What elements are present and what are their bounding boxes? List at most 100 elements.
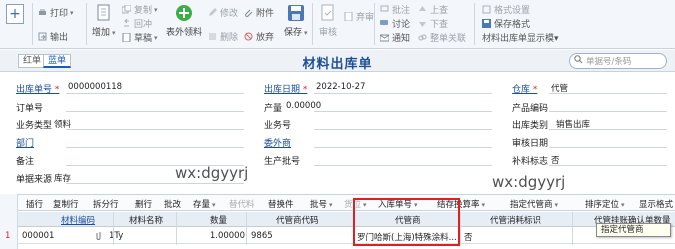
outsource-field[interactable] xyxy=(314,147,492,148)
return-button[interactable]: 回冲 xyxy=(122,17,152,30)
material-name-cell[interactable]: 1Ty xyxy=(109,231,123,241)
field-underline xyxy=(549,129,667,130)
remark-label: 备注 xyxy=(16,157,35,167)
next-button[interactable]: 下查 xyxy=(418,17,448,30)
plus-icon: + xyxy=(6,4,24,24)
highlight-box xyxy=(353,198,460,246)
prev-button[interactable]: 上查 xyxy=(418,3,448,16)
separator xyxy=(312,3,313,45)
date-label: 出库日期 xyxy=(264,82,307,95)
watermark: wx:dgyyrj xyxy=(175,164,249,182)
discuss-icon xyxy=(380,19,389,28)
outsource-label[interactable]: 委外商 xyxy=(264,136,291,149)
out-category-label: 出库类别 xyxy=(512,121,549,131)
consume-flag-cell[interactable]: 否 xyxy=(464,231,473,243)
split-row-button[interactable]: 拆分行 xyxy=(93,198,119,210)
print-button[interactable]: 打印 ▾ xyxy=(38,6,74,19)
order-label: 订单号 xyxy=(16,104,44,114)
edit-button[interactable]: 修改 xyxy=(208,6,238,19)
insert-row-button[interactable]: 插行 xyxy=(26,198,43,210)
ribbon-toolbar: + 打印 ▾ 输出 增加 ▾ 复制 ▾ 回冲 草稿 ▾ 表外领料 修改 删除 附件 xyxy=(0,0,675,49)
supp-flag-label: 补料标志 xyxy=(512,157,549,167)
separator xyxy=(474,3,475,45)
new-button[interactable]: + xyxy=(6,4,24,24)
batch-change-button[interactable]: 批改 xyxy=(164,198,181,210)
audit-date-field[interactable] xyxy=(549,147,667,148)
add-button[interactable]: 增加 ▾ xyxy=(92,2,116,38)
stock-button[interactable]: 存量 ▾ xyxy=(193,198,216,210)
batch-field[interactable] xyxy=(314,165,492,166)
order-field[interactable] xyxy=(66,111,244,112)
column-divider xyxy=(176,212,177,245)
delete-button[interactable]: 删除 xyxy=(208,30,238,43)
watermark: wx:dgyyrj xyxy=(492,173,566,191)
notify-button[interactable]: 通知 xyxy=(379,31,410,44)
mail-icon xyxy=(379,33,390,42)
discuss-button[interactable]: 讨论 xyxy=(380,17,410,30)
attach-button[interactable]: 附件 xyxy=(244,6,274,19)
batch-no-button[interactable]: 批号 ▾ xyxy=(310,198,333,210)
sort-locate-button[interactable]: 排序定位 ▾ xyxy=(585,198,625,210)
order-no-label: 出库单号 xyxy=(16,82,59,95)
attach-icon[interactable] xyxy=(96,231,102,244)
search-placeholder: 单据号/条码 xyxy=(586,57,632,67)
link-icon xyxy=(418,33,427,42)
audit-button[interactable]: 审核 xyxy=(318,2,338,38)
attach-icon xyxy=(244,8,253,17)
column-divider xyxy=(246,212,247,245)
date-field[interactable]: 2022-10-27 xyxy=(316,82,365,92)
quantity-cell[interactable]: 1.00000 xyxy=(203,231,245,241)
form-select-button[interactable]: 表外领料 xyxy=(166,2,202,38)
discard-audit-button[interactable]: 弃审 xyxy=(344,10,374,23)
abandon-icon xyxy=(244,32,253,41)
replace-button[interactable]: 替换件 xyxy=(268,198,294,210)
grid-toolbar: 插行 复制行 拆分行 删行 批改 存量 ▾ 替代料 替换件 批号 ▾ 货位 ▾ 入库单… xyxy=(18,194,675,211)
arrow-up-icon xyxy=(418,5,427,14)
format-setting-button[interactable]: 格式设置 xyxy=(482,3,530,16)
agent-code-cell[interactable]: 9865 xyxy=(251,231,273,241)
product-code-label: 产品编码 xyxy=(512,104,549,114)
search-input[interactable]: 单据号/条码 xyxy=(569,53,667,69)
dept-label[interactable]: 部门 xyxy=(16,136,34,149)
format-icon xyxy=(482,5,491,14)
draft-button[interactable]: 草稿 ▾ xyxy=(122,31,158,44)
column-header[interactable]: 数量 xyxy=(210,214,227,226)
product-code-field[interactable] xyxy=(549,111,667,112)
copy-button[interactable]: 复制 ▾ xyxy=(121,3,158,16)
audit-date-label: 审核日期 xyxy=(512,139,549,149)
delete-icon xyxy=(208,32,217,41)
field-underline xyxy=(66,129,244,130)
substitute-button[interactable]: 替代料 xyxy=(229,198,255,210)
header-form: 出库单号 0000000118 出库日期 2022-10-27 仓库 代管 订单… xyxy=(0,73,675,186)
row-number: 1 xyxy=(5,231,11,241)
material-code-cell[interactable]: 000001 xyxy=(22,231,54,241)
qty-label: 产量 xyxy=(264,104,283,114)
order-no-field[interactable]: 0000000118 xyxy=(68,82,122,92)
save-button[interactable]: 保存 ▾ xyxy=(284,2,308,38)
table-row[interactable]: 000001 1Ty 1.00000 9865 罗门哈斯(上海)特殊涂料... … xyxy=(18,228,675,244)
assign-agent-button[interactable]: 指定代管商 ▾ xyxy=(510,198,558,210)
document-titlebar: 红单 蓝单 材料出库单 单据号/条码 xyxy=(0,50,675,72)
qty-field[interactable]: 0.00000 xyxy=(286,101,321,111)
save-format-button[interactable]: 保存格式 xyxy=(482,17,530,30)
export-button[interactable]: 输出 xyxy=(38,30,68,43)
column-divider xyxy=(572,212,573,245)
separator xyxy=(374,3,375,45)
biz-type-label: 业务类型 xyxy=(16,121,53,131)
display-template-select[interactable]: 材料出库单显示模▾ xyxy=(482,31,559,44)
delete-row-button[interactable]: 删行 xyxy=(135,198,152,210)
add-doc-icon xyxy=(94,2,114,24)
column-header[interactable]: 代管消耗标识 xyxy=(490,214,541,226)
whole-assoc-button[interactable]: 整单关联 xyxy=(418,31,466,44)
abandon-button[interactable]: 放弃 xyxy=(244,30,274,43)
column-header[interactable]: 材料编码 xyxy=(61,214,95,226)
dept-field[interactable] xyxy=(66,147,244,148)
printer-icon xyxy=(38,8,47,17)
column-header[interactable]: 材料名称 xyxy=(129,214,163,226)
copy-row-button[interactable]: 复制行 xyxy=(53,198,79,210)
annotate-button[interactable]: 批注 xyxy=(380,3,410,16)
biz-no-label: 业务号 xyxy=(264,121,292,131)
display-format-button[interactable]: 显示格式 xyxy=(639,198,673,210)
column-header[interactable]: 代管商代码 xyxy=(276,214,319,226)
biz-no-field[interactable] xyxy=(314,129,492,130)
